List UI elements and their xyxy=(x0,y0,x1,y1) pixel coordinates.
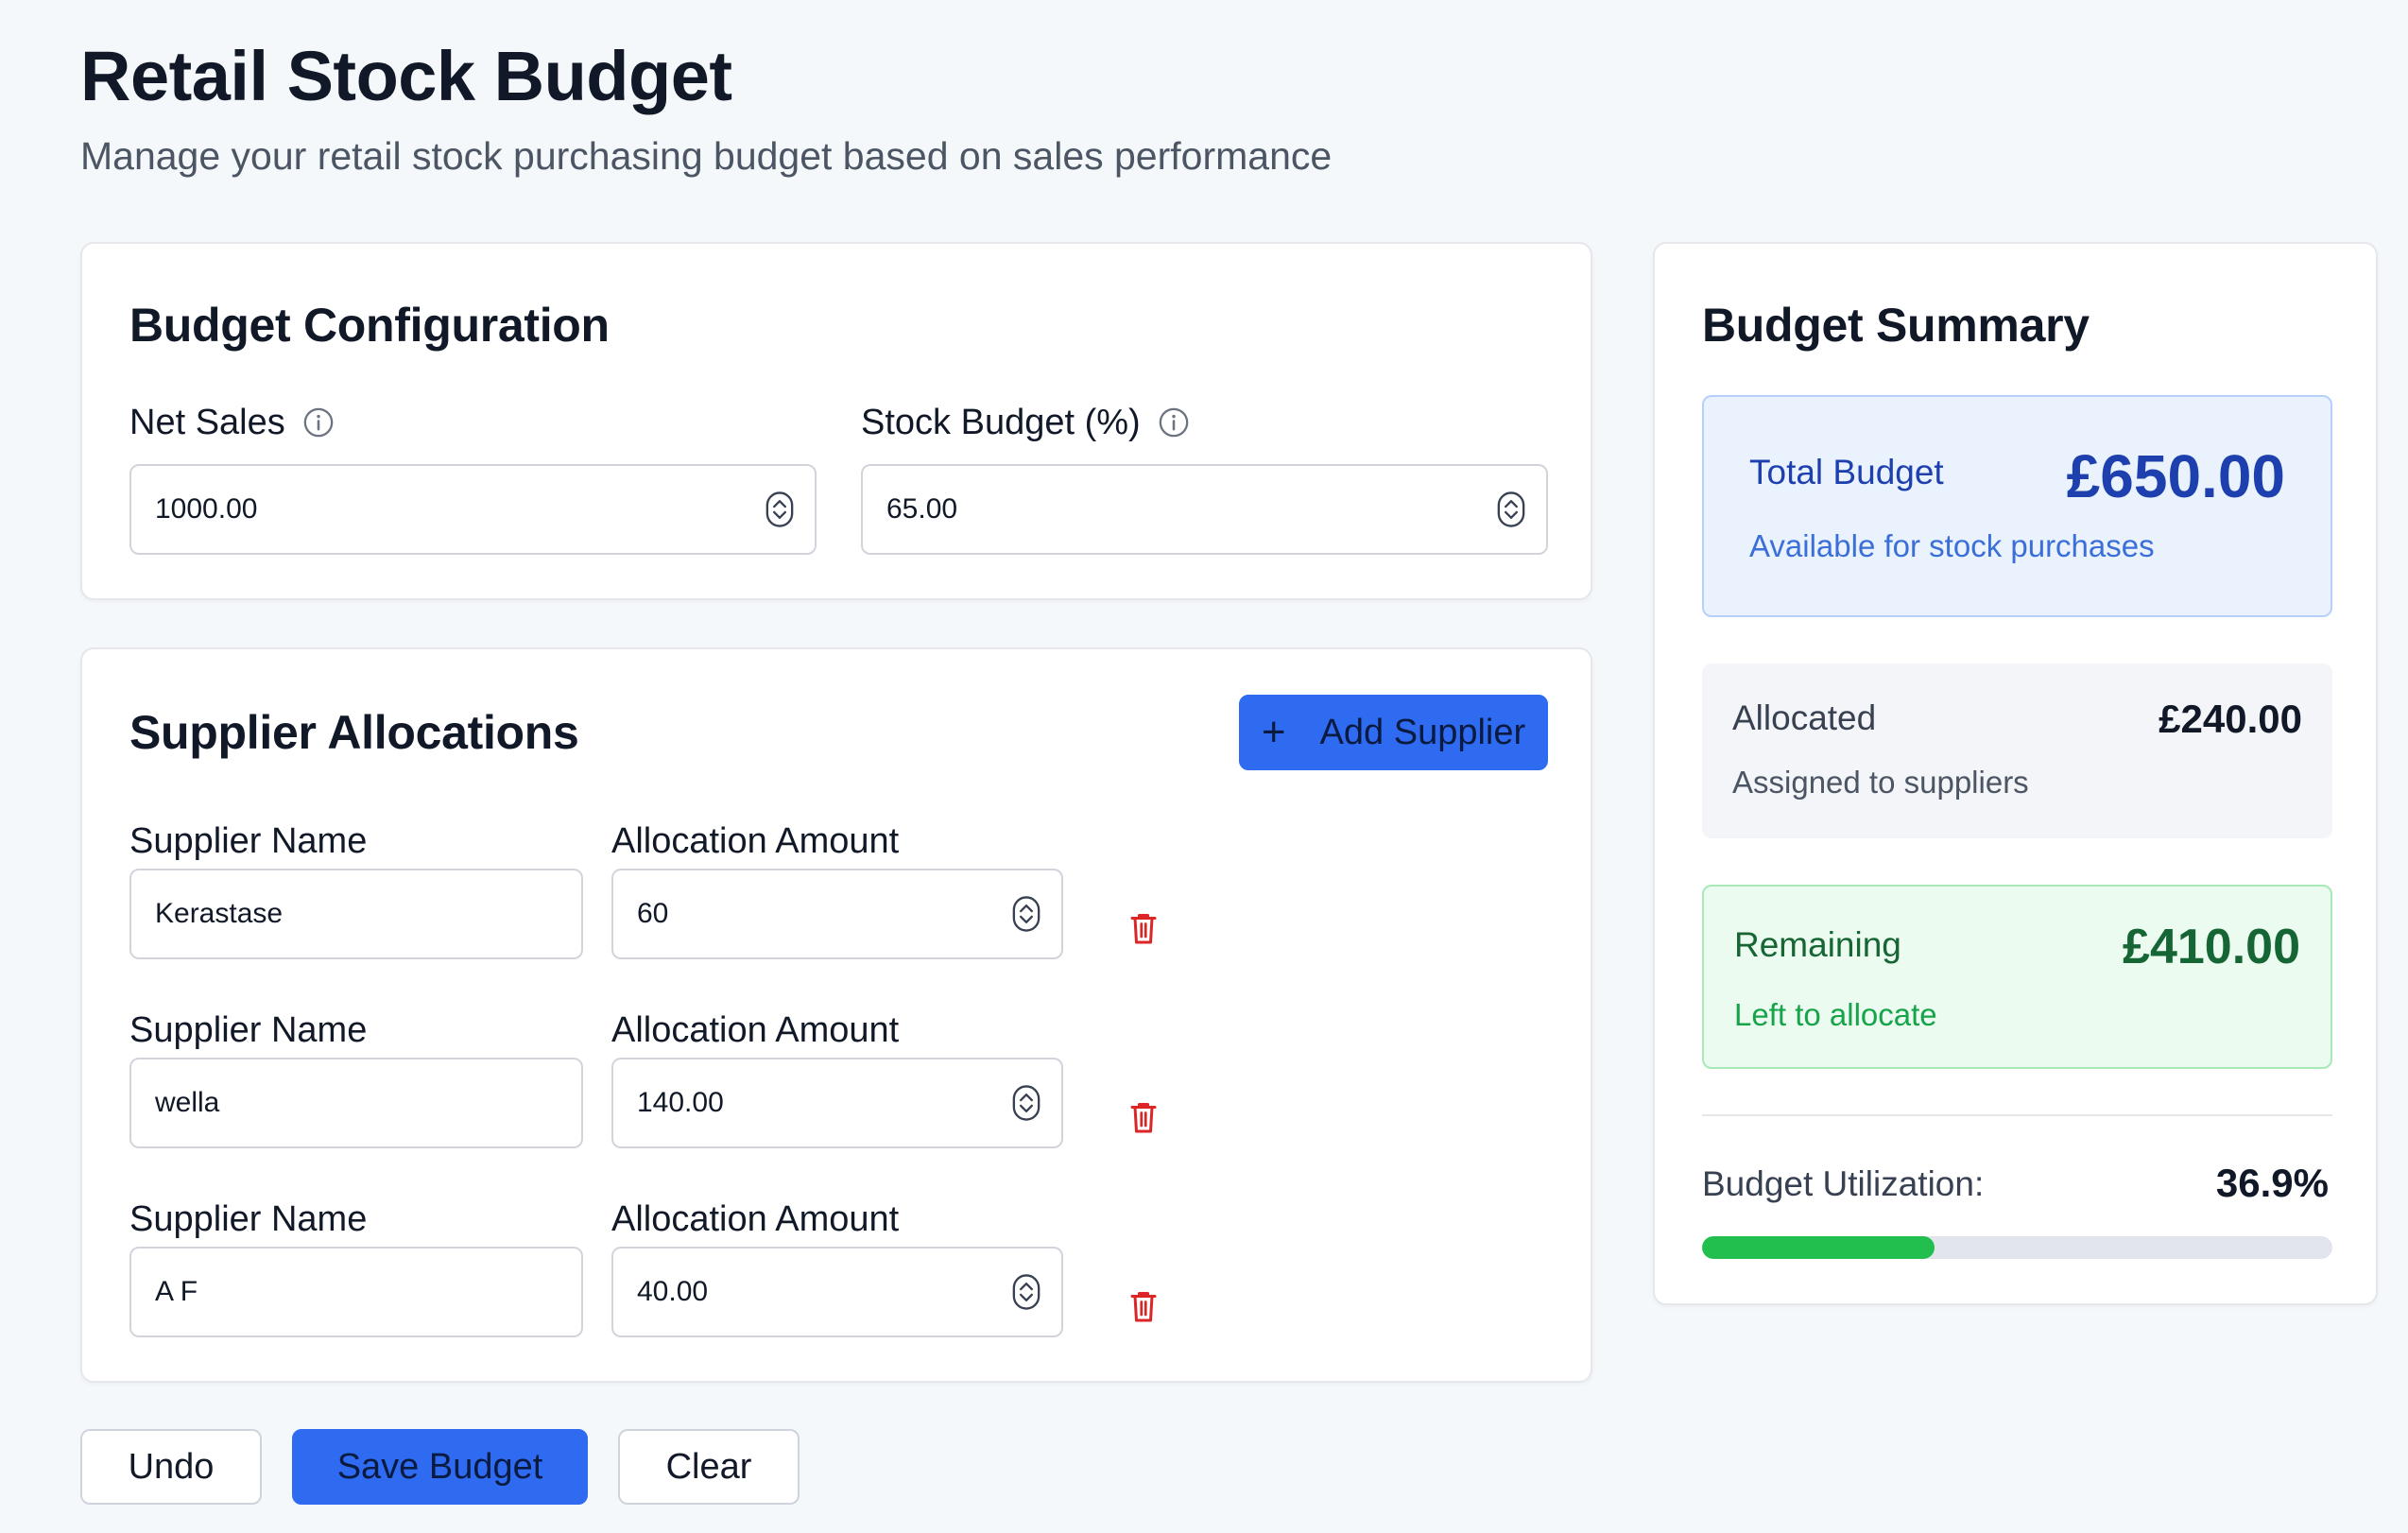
add-supplier-label: Add Supplier xyxy=(1319,712,1526,752)
total-budget-panel: Total Budget £650.00 Available for stock… xyxy=(1702,395,2332,617)
net-sales-input[interactable]: 1000.00 xyxy=(129,464,817,555)
number-spinner-icon[interactable] xyxy=(1012,1274,1041,1310)
allocation-amount-label: Allocation Amount xyxy=(611,1199,900,1239)
plus-icon: + xyxy=(1261,709,1286,755)
net-sales-label: Net Sales xyxy=(129,401,335,444)
supplier-name-input[interactable]: wella xyxy=(129,1058,583,1148)
stock-budget-label: Stock Budget (%) xyxy=(861,401,1190,444)
allocated-panel: Allocated £240.00 Assigned to suppliers xyxy=(1702,663,2332,838)
remaining-amount: £410.00 xyxy=(2123,920,2300,974)
remaining-label: Remaining xyxy=(1734,925,1901,964)
page-title: Retail Stock Budget xyxy=(80,37,732,115)
stock-budget-input[interactable]: 65.00 xyxy=(861,464,1548,555)
supplier-name-value: Kerastase xyxy=(155,898,284,929)
number-spinner-icon[interactable] xyxy=(1012,1085,1041,1121)
remaining-sub: Left to allocate xyxy=(1734,997,1937,1032)
budget-summary-title: Budget Summary xyxy=(1702,299,2090,352)
budget-utilization-fill xyxy=(1702,1236,1935,1259)
supplier-name-value: A F xyxy=(155,1276,198,1307)
trash-icon[interactable] xyxy=(1129,1289,1158,1323)
allocation-amount-label: Allocation Amount xyxy=(611,1010,900,1050)
supplier-name-input[interactable]: A F xyxy=(129,1247,583,1337)
supplier-allocations-card: Supplier Allocations + Add Supplier Supp… xyxy=(80,647,1592,1383)
budget-summary-card: Budget Summary Total Budget £650.00 Avai… xyxy=(1653,242,2378,1305)
number-spinner-icon[interactable] xyxy=(1497,491,1525,527)
supplier-name-value: wella xyxy=(155,1087,220,1118)
number-spinner-icon[interactable] xyxy=(1012,896,1041,932)
add-supplier-button[interactable]: + Add Supplier xyxy=(1239,695,1548,770)
supplier-allocations-title: Supplier Allocations xyxy=(129,706,579,759)
supplier-name-label: Supplier Name xyxy=(129,1010,368,1050)
net-sales-value: 1000.00 xyxy=(155,493,258,525)
undo-button[interactable]: Undo xyxy=(80,1429,262,1505)
trash-icon[interactable] xyxy=(1129,911,1158,945)
save-budget-button[interactable]: Save Budget xyxy=(292,1429,588,1505)
total-budget-label: Total Budget xyxy=(1749,453,1944,491)
total-budget-sub: Available for stock purchases xyxy=(1749,528,2155,563)
supplier-name-input[interactable]: Kerastase xyxy=(129,869,583,959)
allocation-amount-value: 40.00 xyxy=(637,1276,709,1307)
trash-icon[interactable] xyxy=(1129,1100,1158,1134)
supplier-name-label: Supplier Name xyxy=(129,1199,368,1239)
allocation-amount-value: 60 xyxy=(637,898,669,929)
budget-configuration-title: Budget Configuration xyxy=(129,299,610,352)
allocation-amount-input[interactable]: 140.00 xyxy=(611,1058,1063,1148)
budget-utilization-value: 36.9% xyxy=(2215,1161,2329,1205)
allocated-sub: Assigned to suppliers xyxy=(1732,765,2029,800)
budget-utilization-label: Budget Utilization: xyxy=(1702,1164,1985,1203)
allocation-amount-value: 140.00 xyxy=(637,1087,724,1118)
summary-divider xyxy=(1702,1114,2332,1116)
page: Retail Stock Budget Manage your retail s… xyxy=(0,0,2408,1533)
allocation-amount-input[interactable]: 40.00 xyxy=(611,1247,1063,1337)
allocation-amount-label: Allocation Amount xyxy=(611,821,900,861)
stock-budget-label-text: Stock Budget (%) xyxy=(861,403,1141,442)
allocated-amount: £240.00 xyxy=(2159,697,2302,741)
remaining-panel: Remaining £410.00 Left to allocate xyxy=(1702,885,2332,1069)
net-sales-label-text: Net Sales xyxy=(129,403,285,442)
stock-budget-value: 65.00 xyxy=(886,493,958,525)
clear-button[interactable]: Clear xyxy=(618,1429,800,1505)
total-budget-amount: £650.00 xyxy=(2066,442,2285,510)
number-spinner-icon[interactable] xyxy=(765,491,794,527)
allocated-label: Allocated xyxy=(1732,698,1877,737)
info-circle-icon[interactable] xyxy=(1158,406,1190,439)
page-subtitle: Manage your retail stock purchasing budg… xyxy=(80,134,1333,178)
budget-configuration-card: Budget Configuration Net Sales 1000.00 S… xyxy=(80,242,1592,600)
supplier-name-label: Supplier Name xyxy=(129,821,368,861)
info-circle-icon[interactable] xyxy=(302,406,335,439)
allocation-amount-input[interactable]: 60 xyxy=(611,869,1063,959)
budget-utilization-bar xyxy=(1702,1236,2332,1259)
